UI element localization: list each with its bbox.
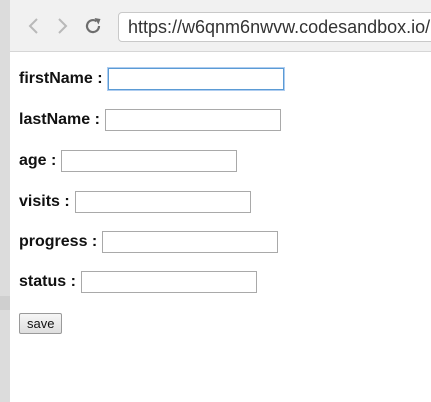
form-row-status: status : <box>19 270 257 294</box>
back-arrow-icon <box>28 18 38 34</box>
browser-toolbar: https://w6qnm6nwvw.codesandbox.io/ <box>10 0 431 52</box>
lastname-label: lastName : <box>19 111 100 128</box>
lastname-input[interactable] <box>104 109 281 131</box>
form-row-visits: visits : <box>19 190 251 214</box>
address-bar[interactable]: https://w6qnm6nwvw.codesandbox.io/ <box>118 12 431 42</box>
form-row-progress: progress : <box>19 230 279 254</box>
visits-input[interactable] <box>74 191 251 213</box>
firstname-label: firstName : <box>19 70 103 87</box>
form-row-lastname: lastName : <box>19 108 281 132</box>
window-edge-notch <box>0 296 10 310</box>
back-button[interactable] <box>22 14 46 38</box>
forward-arrow-icon <box>58 18 68 34</box>
progress-input[interactable] <box>102 231 279 253</box>
form-row-firstname: firstName : <box>19 67 284 91</box>
status-input[interactable] <box>80 271 257 293</box>
visits-label: visits : <box>19 193 70 210</box>
reload-icon <box>85 18 101 34</box>
age-input[interactable] <box>61 150 238 172</box>
save-button[interactable]: save <box>19 313 63 334</box>
form-row-age: age : <box>19 149 238 173</box>
address-url: https://w6qnm6nwvw.codesandbox.io/ <box>128 17 431 37</box>
reload-button[interactable] <box>81 14 105 38</box>
page-content: firstName : lastName : age : visits : pr… <box>10 52 431 402</box>
progress-label: progress : <box>19 233 98 250</box>
firstname-input[interactable] <box>107 68 284 90</box>
status-label: status : <box>19 273 76 290</box>
forward-button[interactable] <box>50 14 74 38</box>
age-label: age : <box>19 152 57 169</box>
window-left-edge <box>0 0 10 402</box>
